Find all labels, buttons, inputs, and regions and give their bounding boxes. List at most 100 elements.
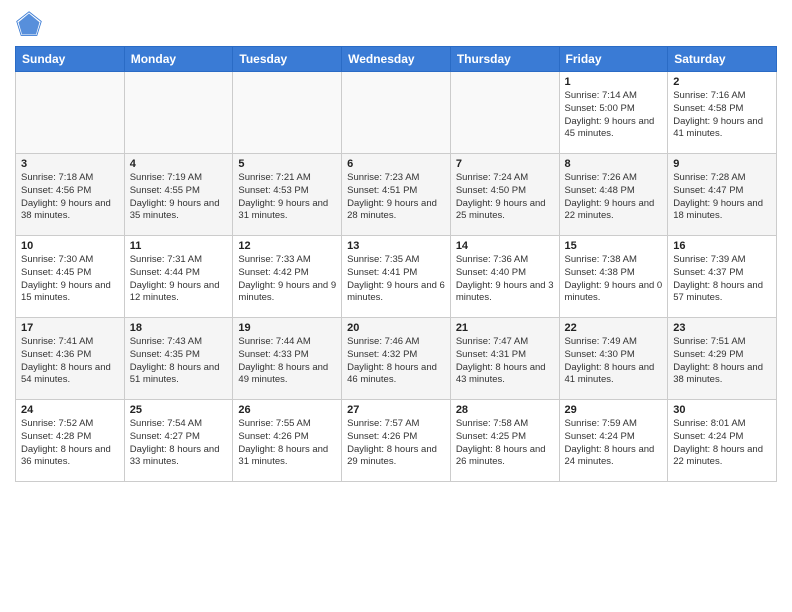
calendar-cell: 22 Sunrise: 7:49 AM Sunset: 4:30 PM Dayli… (559, 318, 668, 400)
day-info: Sunrise: 7:26 AM Sunset: 4:48 PM Dayligh… (565, 172, 663, 223)
day-number: 2 (673, 76, 771, 88)
calendar-cell (16, 72, 125, 154)
calendar-cell: 26 Sunrise: 7:55 AM Sunset: 4:26 PM Dayli… (233, 400, 342, 482)
calendar-week-row: 10 Sunrise: 7:30 AM Sunset: 4:45 PM Dayli… (16, 236, 777, 318)
calendar-cell: 13 Sunrise: 7:35 AM Sunset: 4:41 PM Dayli… (342, 236, 451, 318)
weekday-header: Sunday (16, 47, 125, 72)
day-info: Sunrise: 7:49 AM Sunset: 4:30 PM Dayligh… (565, 336, 663, 387)
calendar-week-row: 3Sunrise: 7:18 AM Sunset: 4:56 PM Daylig… (16, 154, 777, 236)
day-info: Sunrise: 7:35 AM Sunset: 4:41 PM Dayligh… (347, 254, 445, 305)
weekday-header: Saturday (668, 47, 777, 72)
day-info: Sunrise: 7:46 AM Sunset: 4:32 PM Dayligh… (347, 336, 445, 387)
day-info: Sunrise: 7:19 AM Sunset: 4:55 PM Dayligh… (130, 172, 228, 223)
page-container: SundayMondayTuesdayWednesdayThursdayFrid… (0, 0, 792, 612)
day-number: 9 (673, 158, 771, 170)
calendar-cell: 18 Sunrise: 7:43 AM Sunset: 4:35 PM Dayli… (124, 318, 233, 400)
logo (15, 10, 47, 38)
calendar-cell: 7 Sunrise: 7:24 AM Sunset: 4:50 PM Daylig… (450, 154, 559, 236)
day-number: 22 (565, 322, 663, 334)
calendar-cell: 14 Sunrise: 7:36 AM Sunset: 4:40 PM Dayli… (450, 236, 559, 318)
weekday-header: Monday (124, 47, 233, 72)
day-number: 21 (456, 322, 554, 334)
day-number: 13 (347, 240, 445, 252)
calendar-cell: 2 Sunrise: 7:16 AM Sunset: 4:58 PM Daylig… (668, 72, 777, 154)
calendar-cell: 21 Sunrise: 7:47 AM Sunset: 4:31 PM Dayli… (450, 318, 559, 400)
day-info: Sunrise: 7:28 AM Sunset: 4:47 PM Dayligh… (673, 172, 771, 223)
day-number: 23 (673, 322, 771, 334)
calendar-cell: 27Sunrise: 7:57 AM Sunset: 4:26 PM Dayli… (342, 400, 451, 482)
day-number: 11 (130, 240, 228, 252)
day-number: 16 (673, 240, 771, 252)
day-number: 7 (456, 158, 554, 170)
calendar-week-row: 1 Sunrise: 7:14 AM Sunset: 5:00 PM Daylig… (16, 72, 777, 154)
calendar-cell: 8 Sunrise: 7:26 AM Sunset: 4:48 PM Daylig… (559, 154, 668, 236)
day-number: 24 (21, 404, 119, 416)
day-info: Sunrise: 7:47 AM Sunset: 4:31 PM Dayligh… (456, 336, 554, 387)
calendar-week-row: 24 Sunrise: 7:52 AM Sunset: 4:28 PM Dayli… (16, 400, 777, 482)
day-number: 5 (238, 158, 336, 170)
day-info: Sunrise: 7:33 AM Sunset: 4:42 PM Dayligh… (238, 254, 336, 305)
calendar-cell (124, 72, 233, 154)
calendar-cell (450, 72, 559, 154)
day-number: 15 (565, 240, 663, 252)
day-info: Sunrise: 7:43 AM Sunset: 4:35 PM Dayligh… (130, 336, 228, 387)
day-number: 4 (130, 158, 228, 170)
day-number: 1 (565, 76, 663, 88)
calendar-week-row: 17Sunrise: 7:41 AM Sunset: 4:36 PM Dayli… (16, 318, 777, 400)
day-info: Sunrise: 7:54 AM Sunset: 4:27 PM Dayligh… (130, 418, 228, 469)
calendar-cell: 25 Sunrise: 7:54 AM Sunset: 4:27 PM Dayli… (124, 400, 233, 482)
page-header (15, 10, 777, 38)
calendar-cell: 9 Sunrise: 7:28 AM Sunset: 4:47 PM Daylig… (668, 154, 777, 236)
day-info: Sunrise: 7:24 AM Sunset: 4:50 PM Dayligh… (456, 172, 554, 223)
day-info: Sunrise: 7:36 AM Sunset: 4:40 PM Dayligh… (456, 254, 554, 305)
day-info: Sunrise: 7:59 AM Sunset: 4:24 PM Dayligh… (565, 418, 663, 469)
calendar-cell: 6 Sunrise: 7:23 AM Sunset: 4:51 PM Daylig… (342, 154, 451, 236)
day-info: Sunrise: 7:55 AM Sunset: 4:26 PM Dayligh… (238, 418, 336, 469)
calendar-cell: 19Sunrise: 7:44 AM Sunset: 4:33 PM Dayli… (233, 318, 342, 400)
calendar-cell: 5 Sunrise: 7:21 AM Sunset: 4:53 PM Daylig… (233, 154, 342, 236)
calendar-cell: 3Sunrise: 7:18 AM Sunset: 4:56 PM Daylig… (16, 154, 125, 236)
day-number: 19 (238, 322, 336, 334)
day-number: 8 (565, 158, 663, 170)
day-number: 26 (238, 404, 336, 416)
calendar-cell: 17Sunrise: 7:41 AM Sunset: 4:36 PM Dayli… (16, 318, 125, 400)
day-number: 6 (347, 158, 445, 170)
weekday-header: Thursday (450, 47, 559, 72)
calendar-cell: 1 Sunrise: 7:14 AM Sunset: 5:00 PM Daylig… (559, 72, 668, 154)
day-number: 3 (21, 158, 119, 170)
day-info: Sunrise: 7:38 AM Sunset: 4:38 PM Dayligh… (565, 254, 663, 305)
calendar-cell: 16 Sunrise: 7:39 AM Sunset: 4:37 PM Dayli… (668, 236, 777, 318)
day-info: Sunrise: 7:39 AM Sunset: 4:37 PM Dayligh… (673, 254, 771, 305)
calendar-cell: 12Sunrise: 7:33 AM Sunset: 4:42 PM Dayli… (233, 236, 342, 318)
calendar-header-row: SundayMondayTuesdayWednesdayThursdayFrid… (16, 47, 777, 72)
calendar-table: SundayMondayTuesdayWednesdayThursdayFrid… (15, 46, 777, 482)
calendar-cell: 30Sunrise: 8:01 AM Sunset: 4:24 PM Dayli… (668, 400, 777, 482)
calendar-cell: 4 Sunrise: 7:19 AM Sunset: 4:55 PM Daylig… (124, 154, 233, 236)
day-info: Sunrise: 7:30 AM Sunset: 4:45 PM Dayligh… (21, 254, 119, 305)
calendar-cell: 28Sunrise: 7:58 AM Sunset: 4:25 PM Dayli… (450, 400, 559, 482)
day-number: 25 (130, 404, 228, 416)
weekday-header: Tuesday (233, 47, 342, 72)
day-info: Sunrise: 7:52 AM Sunset: 4:28 PM Dayligh… (21, 418, 119, 469)
weekday-header: Wednesday (342, 47, 451, 72)
calendar-cell: 15 Sunrise: 7:38 AM Sunset: 4:38 PM Dayli… (559, 236, 668, 318)
day-number: 30 (673, 404, 771, 416)
day-number: 18 (130, 322, 228, 334)
day-info: Sunrise: 7:14 AM Sunset: 5:00 PM Dayligh… (565, 90, 663, 141)
calendar-cell: 24 Sunrise: 7:52 AM Sunset: 4:28 PM Dayli… (16, 400, 125, 482)
day-number: 10 (21, 240, 119, 252)
calendar-cell: 11 Sunrise: 7:31 AM Sunset: 4:44 PM Dayli… (124, 236, 233, 318)
day-info: Sunrise: 7:31 AM Sunset: 4:44 PM Dayligh… (130, 254, 228, 305)
day-number: 20 (347, 322, 445, 334)
day-number: 29 (565, 404, 663, 416)
day-info: Sunrise: 7:41 AM Sunset: 4:36 PM Dayligh… (21, 336, 119, 387)
day-number: 27 (347, 404, 445, 416)
calendar-cell: 23Sunrise: 7:51 AM Sunset: 4:29 PM Dayli… (668, 318, 777, 400)
day-number: 14 (456, 240, 554, 252)
weekday-header: Friday (559, 47, 668, 72)
calendar-cell (233, 72, 342, 154)
day-info: Sunrise: 7:21 AM Sunset: 4:53 PM Dayligh… (238, 172, 336, 223)
day-info: Sunrise: 7:23 AM Sunset: 4:51 PM Dayligh… (347, 172, 445, 223)
day-info: Sunrise: 7:16 AM Sunset: 4:58 PM Dayligh… (673, 90, 771, 141)
calendar-cell: 29 Sunrise: 7:59 AM Sunset: 4:24 PM Dayli… (559, 400, 668, 482)
